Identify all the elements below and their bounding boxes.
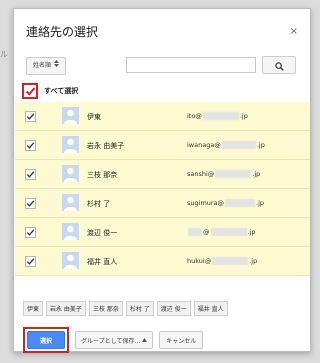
contact-email: sugimura@ .jp	[187, 199, 264, 207]
row-checkbox[interactable]	[25, 227, 36, 238]
contact-row[interactable]: 岩永 由美子 iwanaga@ .jp	[15, 131, 310, 160]
sort-label: 姓名順	[33, 62, 52, 69]
save-as-group-label: グループとして保存...	[81, 337, 141, 345]
redacted-domain	[212, 257, 249, 265]
select-all-label: すべて選択	[44, 87, 79, 95]
contact-name: 岩永 由美子	[87, 142, 125, 150]
email-prefix: hukui@	[187, 257, 212, 265]
selected-chip[interactable]: 伊東	[23, 301, 44, 316]
row-checkbox[interactable]	[25, 256, 36, 267]
email-suffix: .jp	[252, 170, 261, 178]
email-prefix: ito@	[187, 112, 202, 120]
select-button[interactable]: 選択	[27, 331, 65, 349]
email-prefix: iwanaga@	[187, 141, 221, 149]
selected-chip[interactable]: 岩永 由美子	[46, 301, 86, 316]
email-suffix: .jp	[256, 141, 265, 149]
redacted-domain	[215, 170, 252, 178]
chevron-up-icon	[142, 337, 148, 344]
avatar-icon	[62, 107, 79, 124]
contact-name: 伊東	[87, 113, 101, 121]
email-prefix: sugimura@	[187, 199, 225, 207]
avatar-icon	[62, 252, 79, 269]
sort-select[interactable]: 姓名順	[26, 57, 67, 75]
contact-email: hukui@ .jp	[187, 257, 257, 265]
contact-row[interactable]: 渡辺 俊一 @ .jp	[15, 218, 310, 247]
avatar-icon	[62, 136, 79, 153]
selected-chip[interactable]: 福井 直人	[193, 301, 228, 316]
email-suffix: .jp	[247, 228, 256, 236]
email-suffix: .jp	[249, 257, 258, 265]
contact-email: @ .jp	[187, 228, 256, 236]
avatar-icon	[62, 194, 79, 211]
redacted-domain	[210, 228, 247, 236]
cancel-button[interactable]: キャンセル	[159, 331, 204, 349]
dialog-title: 連絡先の選択	[26, 25, 99, 39]
selected-chips: 伊東 岩永 由美子 三枝 那奈 杉村 了 渡辺 俊一 福井 直人	[23, 301, 228, 316]
selected-chip[interactable]: 渡辺 俊一	[156, 301, 191, 316]
email-prefix: sanshi@	[187, 170, 215, 178]
email-suffix: .jp	[256, 199, 265, 207]
search-input[interactable]	[126, 57, 256, 73]
contact-picker-dialog: 連絡先の選択 × 姓名順 すべて選択 伊東 ito@ .jp 岩永 由美子 iw…	[13, 8, 311, 353]
redacted-domain	[221, 141, 256, 149]
email-prefix: @	[203, 228, 210, 236]
search-icon	[274, 56, 284, 75]
search-button[interactable]	[262, 56, 296, 74]
close-icon[interactable]: ×	[290, 26, 298, 37]
contact-list: 伊東 ito@ .jp 岩永 由美子 iwanaga@ .jp 三枝 那奈 sa…	[15, 102, 310, 276]
background-fragment: ル	[0, 50, 8, 59]
contact-name: 福井 直人	[87, 258, 118, 266]
select-all-checkbox[interactable]	[22, 83, 38, 99]
redacted-domain	[225, 199, 256, 207]
select-button-highlight: 選択	[23, 327, 69, 353]
save-as-group-button[interactable]: グループとして保存...	[75, 331, 154, 349]
sort-arrows-icon	[54, 58, 60, 74]
avatar-icon	[62, 165, 79, 182]
contact-row[interactable]: 伊東 ito@ .jp	[15, 102, 310, 131]
selected-chip[interactable]: 三枝 那奈	[88, 301, 123, 316]
row-checkbox[interactable]	[25, 198, 36, 209]
selected-chip[interactable]: 杉村 了	[125, 301, 154, 316]
contact-name: 杉村 了	[87, 200, 111, 208]
contact-row[interactable]: 福井 直人 hukui@ .jp	[15, 247, 310, 276]
contact-email: iwanaga@ .jp	[187, 141, 265, 149]
row-checkbox[interactable]	[25, 169, 36, 180]
row-checkbox[interactable]	[25, 140, 36, 151]
dialog-footer: 選択 グループとして保存... キャンセル	[23, 327, 204, 353]
contact-name: 三枝 那奈	[87, 171, 118, 179]
contact-row[interactable]: 杉村 了 sugimura@ .jp	[15, 189, 310, 218]
redacted-local	[188, 228, 202, 236]
contact-email: sanshi@ .jp	[187, 170, 260, 178]
row-checkbox[interactable]	[25, 111, 36, 122]
contact-row[interactable]: 三枝 那奈 sanshi@ .jp	[15, 160, 310, 189]
redacted-domain	[202, 112, 239, 120]
contact-name: 渡辺 俊一	[87, 229, 118, 237]
select-all-row[interactable]: すべて選択	[22, 83, 78, 99]
avatar-icon	[62, 223, 79, 240]
contact-email: ito@ .jp	[187, 112, 248, 120]
email-suffix: .jp	[239, 112, 248, 120]
